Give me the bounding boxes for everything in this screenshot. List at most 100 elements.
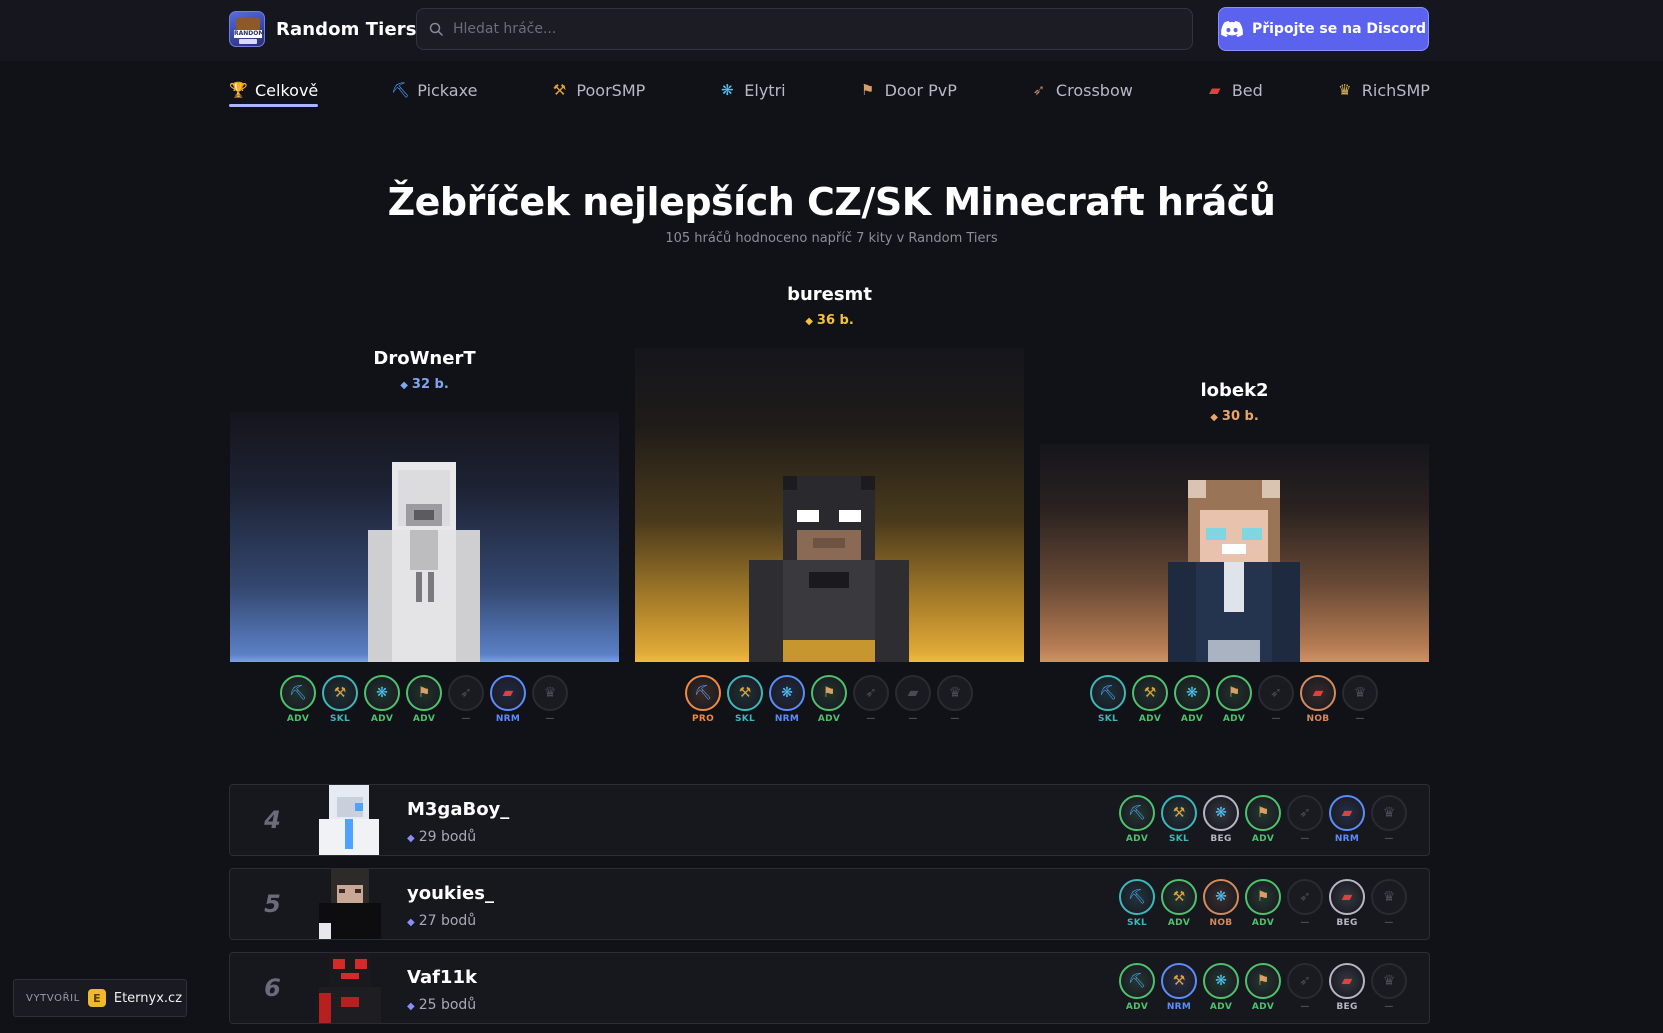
leaderboard-row[interactable]: 5 youkies_ ◆ 27 bodů ⛏ SKL ⚒ ADV ❋ NOB ⚑ ADV ➶ — ▰ B…	[229, 868, 1430, 940]
tier-badge[interactable]: ⛏ SKL	[1090, 675, 1126, 725]
tier-badge[interactable]: ♛ —	[937, 675, 973, 725]
tier-badge[interactable]: ⚒ SKL	[727, 675, 763, 725]
kit-icon: ⚑	[1245, 795, 1281, 831]
tier-badge[interactable]: ⛏ ADV	[1119, 963, 1155, 1013]
tier-badge[interactable]: ❋ ADV	[1203, 963, 1239, 1013]
player-name: M3gaBoy_	[407, 799, 510, 820]
tier-badge[interactable]: ⚑ ADV	[1216, 675, 1252, 725]
tier-badge[interactable]: ⚒ SKL	[1161, 795, 1197, 845]
discord-button[interactable]: Připojte se na Discord	[1218, 7, 1429, 51]
tier-label: —	[1300, 918, 1310, 928]
tier-badge[interactable]: ⚑ ADV	[1245, 879, 1281, 929]
podium-panel	[230, 412, 619, 662]
tier-badge[interactable]: ♛ —	[532, 675, 568, 725]
tier-badge[interactable]: ⚒ SKL	[322, 675, 358, 725]
kit-icon: ♛	[1371, 795, 1407, 831]
tier-badge[interactable]: ⚒ NRM	[1161, 963, 1197, 1013]
tier-badge[interactable]: ⚒ ADV	[1132, 675, 1168, 725]
podium-points: ◆ 30 b.	[1210, 409, 1259, 424]
tab-crossbow[interactable]: ➶ Crossbow	[1030, 73, 1133, 107]
kit-icon: ⛏	[391, 81, 411, 99]
tab-label: Celkově	[255, 80, 319, 100]
tier-label: —	[545, 714, 555, 724]
tier-badge[interactable]: ⚑ ADV	[1245, 963, 1281, 1013]
tab-richsmp[interactable]: ♛ RichSMP	[1336, 73, 1430, 107]
search-input[interactable]	[453, 21, 1192, 37]
tier-label: ADV	[1125, 834, 1149, 844]
tier-badge[interactable]: ⛏ SKL	[1119, 879, 1155, 929]
tier-badge[interactable]: ❋ ADV	[1174, 675, 1210, 725]
tier-label: ADV	[1251, 918, 1275, 928]
tab-label: Crossbow	[1055, 80, 1133, 100]
tier-badge[interactable]: ▰ BEG	[1329, 879, 1365, 929]
brand[interactable]: RANDOM Random Tiers	[229, 11, 417, 47]
tier-badge[interactable]: ⛏ ADV	[280, 675, 316, 725]
tier-label: —	[1384, 834, 1394, 844]
tier-label: NRM	[1166, 1002, 1192, 1012]
tab-elytri[interactable]: ❋ Elytri	[718, 73, 786, 107]
kit-icon: ⚒	[1161, 795, 1197, 831]
tier-badge[interactable]: ▰ NRM	[1329, 795, 1365, 845]
creator-credit[interactable]: VYTVOŘIL E Eternyx.cz	[13, 979, 187, 1017]
kit-icon: ▰	[895, 675, 931, 711]
leaderboard-row[interactable]: 6 Vaf11k ◆ 25 bodů ⛏ ADV ⚒ NRM ❋ ADV ⚑ ADV ➶ — ▰ BEG…	[229, 952, 1430, 1024]
tier-badge[interactable]: ⛏ ADV	[1119, 795, 1155, 845]
kit-icon: ⚒	[727, 675, 763, 711]
tier-badge[interactable]: ➶ —	[448, 675, 484, 725]
tier-label: ADV	[286, 714, 310, 724]
tab-label: Pickaxe	[417, 80, 478, 100]
tier-badge[interactable]: ♛ —	[1371, 795, 1407, 845]
kit-icon: ⚑	[811, 675, 847, 711]
tier-badge[interactable]: ⚑ ADV	[811, 675, 847, 725]
tab-pickaxe[interactable]: ⛏ Pickaxe	[391, 73, 477, 107]
tab-label: RichSMP	[1361, 80, 1430, 100]
podium-third[interactable]: lobek2 ◆30 b. 3 ⛏SKL⚒ADV❋ADV⚑ADV➶—▰NOB♛—	[1040, 370, 1429, 730]
tier-badge[interactable]: ❋ NRM	[769, 675, 805, 725]
kit-icon: ❋	[1174, 675, 1210, 711]
tier-badge[interactable]: ➶ —	[1287, 795, 1323, 845]
tier-label: BEG	[1210, 834, 1232, 844]
player-skin	[749, 476, 909, 662]
kit-icon: ➶	[1287, 963, 1323, 999]
tier-badge[interactable]: ♛ —	[1371, 879, 1407, 929]
leaderboard-row[interactable]: 4 M3gaBoy_ ◆ 29 bodů ⛏ ADV ⚒ SKL ❋ BEG ⚑ ADV ➶ — ▰ N…	[229, 784, 1430, 856]
tier-badge[interactable]: ⚒ ADV	[1161, 879, 1197, 929]
tier-badge[interactable]: ♛ —	[1371, 963, 1407, 1013]
kit-icon: ❋	[364, 675, 400, 711]
tab-door-pvp[interactable]: ⚑ Door PvP	[859, 73, 957, 107]
tier-badge[interactable]: ⚑ ADV	[1245, 795, 1281, 845]
tier-badge[interactable]: ❋ BEG	[1203, 795, 1239, 845]
kit-icon: ⚑	[406, 675, 442, 711]
podium-points: ◆ 36 b.	[805, 313, 854, 328]
podium-first[interactable]: buresmt ◆36 b. 1 ⛏PRO⚒SKL❋NRM⚑ADV➶—▰—♛—	[635, 280, 1024, 730]
tab-label: Elytri	[744, 80, 786, 100]
kit-icon: ▰	[1329, 879, 1365, 915]
tier-badge[interactable]: ▰ NOB	[1300, 675, 1336, 725]
podium-panel	[635, 348, 1024, 662]
tier-badge[interactable]: ❋ ADV	[364, 675, 400, 725]
tier-badge[interactable]: ➶ —	[1258, 675, 1294, 725]
tier-badge[interactable]: ♛ —	[1342, 675, 1378, 725]
kit-icon: ⚒	[322, 675, 358, 711]
tab-celkově[interactable]: 🏆 Celkově	[229, 73, 319, 107]
search-box[interactable]	[416, 8, 1193, 50]
podium-second[interactable]: DroWnerT ◆32 b. 2 ⛏ADV⚒SKL❋ADV⚑ADV➶—▰NRM…	[230, 340, 619, 730]
kit-icon: ➶	[1258, 675, 1294, 711]
tier-badge[interactable]: ▰ NRM	[490, 675, 526, 725]
tier-badges: ⛏ SKL ⚒ ADV ❋ NOB ⚑ ADV ➶ — ▰ BEG ♛ —	[1119, 879, 1407, 929]
tier-badge[interactable]: ❋ NOB	[1203, 879, 1239, 929]
brand-name: Random Tiers	[276, 18, 417, 40]
player-skin	[315, 869, 385, 939]
tier-badge[interactable]: ▰ —	[895, 675, 931, 725]
tier-badge[interactable]: ➶ —	[853, 675, 889, 725]
tier-label: NRM	[774, 714, 800, 724]
tier-badge[interactable]: ⛏ PRO	[685, 675, 721, 725]
tier-badge[interactable]: ▰ BEG	[1329, 963, 1365, 1013]
kit-icon: ♛	[1342, 675, 1378, 711]
podium-name: DroWnerT	[373, 348, 476, 369]
tier-badge[interactable]: ➶ —	[1287, 879, 1323, 929]
tier-badge[interactable]: ➶ —	[1287, 963, 1323, 1013]
tab-bed[interactable]: ▰ Bed	[1206, 73, 1263, 107]
tab-poorsmp[interactable]: ⚒ PoorSMP	[550, 73, 646, 107]
tier-badge[interactable]: ⚑ ADV	[406, 675, 442, 725]
